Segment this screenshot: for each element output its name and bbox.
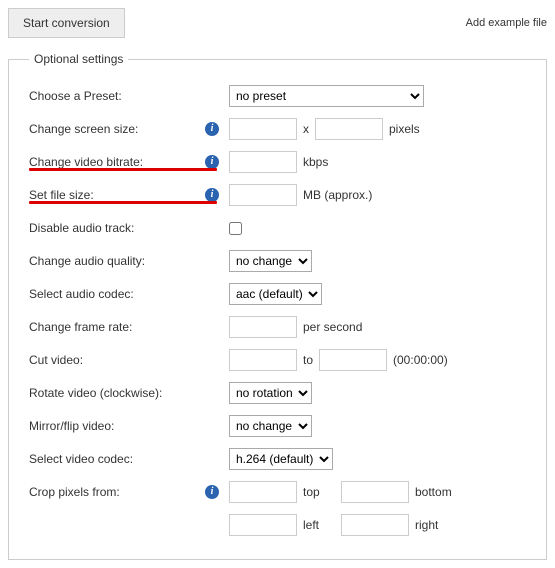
frame-rate-input[interactable] [229,316,297,338]
row-file-size: Set file size: i MB (approx.) [29,180,530,210]
add-example-file-link[interactable]: Add example file [466,17,547,29]
cut-hint: (00:00:00) [393,353,448,367]
label-audio-codec: Select audio codec: [29,287,134,301]
row-crop-top: Crop pixels from: i top bottom [29,477,530,507]
label-video-codec: Select video codec: [29,452,133,466]
info-icon[interactable]: i [205,188,219,202]
crop-left-input[interactable] [229,514,297,536]
screen-size-unit: pixels [389,122,420,136]
label-audio-quality: Change audio quality: [29,254,145,268]
optional-settings-fieldset: Optional settings Choose a Preset: no pr… [8,52,547,560]
crop-bottom-input[interactable] [341,481,409,503]
row-mirror: Mirror/flip video: no change [29,411,530,441]
row-screen-size: Change screen size: i x pixels [29,114,530,144]
row-cut-video: Cut video: to (00:00:00) [29,345,530,375]
mirror-select[interactable]: no change [229,415,312,437]
screen-width-input[interactable] [229,118,297,140]
row-audio-codec: Select audio codec: aac (default) [29,279,530,309]
disable-audio-checkbox[interactable] [229,222,242,235]
label-cut-video: Cut video: [29,353,83,367]
audio-codec-select[interactable]: aac (default) [229,283,322,305]
label-mirror: Mirror/flip video: [29,419,114,433]
label-disable-audio: Disable audio track: [29,221,134,235]
row-rotate: Rotate video (clockwise): no rotation [29,378,530,408]
label-rotate: Rotate video (clockwise): [29,386,162,400]
video-codec-select[interactable]: h.264 (default) [229,448,333,470]
label-preset: Choose a Preset: [29,89,122,103]
audio-quality-select[interactable]: no change [229,250,312,272]
crop-top-input[interactable] [229,481,297,503]
rotate-select[interactable]: no rotation [229,382,312,404]
label-video-bitrate: Change video bitrate: [29,155,143,169]
cut-to-input[interactable] [319,349,387,371]
video-bitrate-unit: kbps [303,155,328,169]
cut-sep: to [303,353,313,367]
row-frame-rate: Change frame rate: per second [29,312,530,342]
label-crop: Crop pixels from: [29,485,120,499]
row-crop-bottom: left right [29,510,530,540]
label-frame-rate: Change frame rate: [29,320,132,334]
row-disable-audio: Disable audio track: [29,213,530,243]
info-icon[interactable]: i [205,155,219,169]
screen-size-x: x [303,122,309,136]
info-icon[interactable]: i [205,485,219,499]
file-size-unit: MB (approx.) [303,188,372,202]
row-preset: Choose a Preset: no preset [29,81,530,111]
row-video-codec: Select video codec: h.264 (default) [29,444,530,474]
file-size-input[interactable] [229,184,297,206]
preset-select[interactable]: no preset [229,85,424,107]
row-video-bitrate: Change video bitrate: i kbps [29,147,530,177]
crop-left-label: left [303,518,335,532]
row-audio-quality: Change audio quality: no change [29,246,530,276]
crop-bottom-label: bottom [415,485,452,499]
video-bitrate-input[interactable] [229,151,297,173]
label-file-size: Set file size: [29,188,94,202]
frame-rate-unit: per second [303,320,362,334]
crop-right-label: right [415,518,438,532]
screen-height-input[interactable] [315,118,383,140]
crop-top-label: top [303,485,335,499]
start-conversion-button[interactable]: Start conversion [8,8,125,38]
crop-right-input[interactable] [341,514,409,536]
label-screen-size: Change screen size: [29,122,138,136]
cut-from-input[interactable] [229,349,297,371]
info-icon[interactable]: i [205,122,219,136]
fieldset-legend: Optional settings [29,52,128,66]
